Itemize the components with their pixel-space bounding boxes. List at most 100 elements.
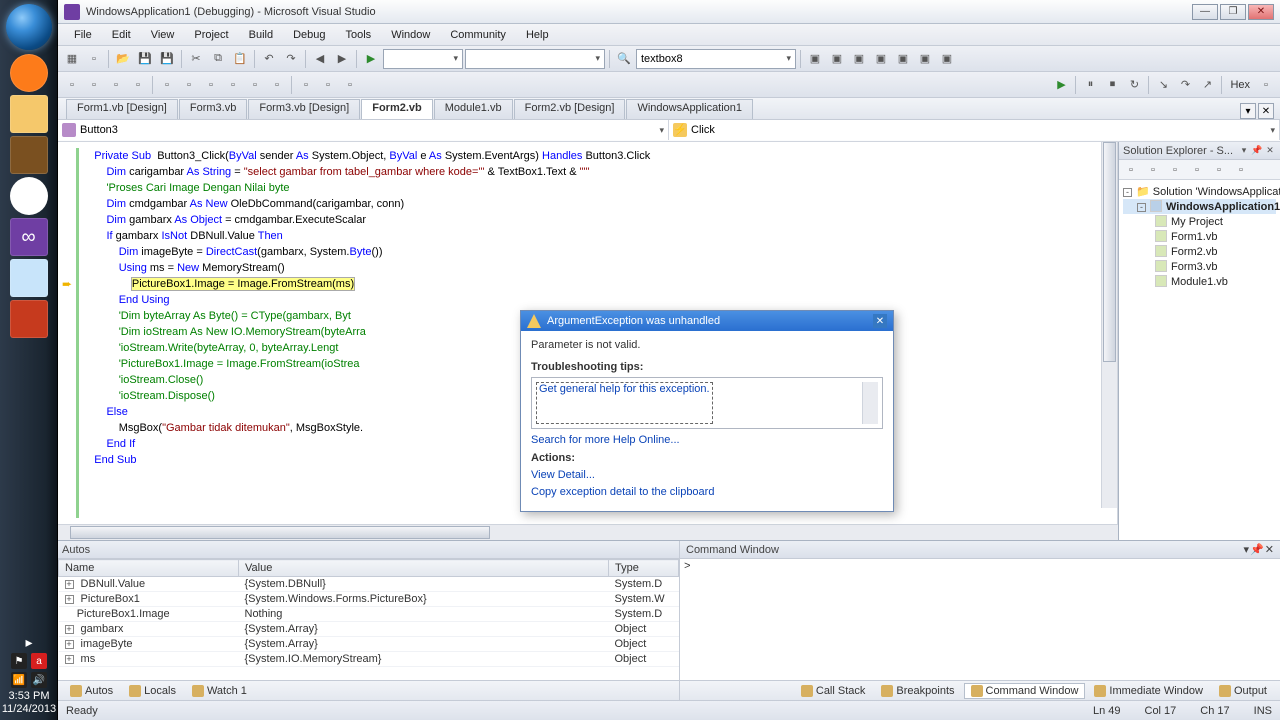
menu-edit[interactable]: Edit [102, 25, 141, 45]
table-row[interactable]: + DBNull.Value{System.DBNull}System.D [59, 577, 679, 592]
menu-help[interactable]: Help [516, 25, 559, 45]
step-into-button[interactable]: ↘ [1153, 75, 1173, 95]
pane-dropdown-icon[interactable]: ▾ [1244, 543, 1250, 556]
copy-exception-link[interactable]: Copy exception detail to the clipboard [531, 486, 883, 498]
tb-btn[interactable]: ▫ [223, 75, 243, 95]
paste-button[interactable]: 📋 [230, 49, 250, 69]
bottom-tab[interactable]: Call Stack [794, 683, 873, 699]
undo-button[interactable]: ↶ [259, 49, 279, 69]
start-debug-button[interactable]: ▶ [361, 49, 381, 69]
tray-volume-icon[interactable]: 🔊 [31, 672, 47, 688]
doc-tab[interactable]: Form2.vb [361, 99, 433, 119]
taskbar-winamp-icon[interactable] [10, 136, 48, 174]
restart-button[interactable]: ↻ [1124, 75, 1144, 95]
exception-titlebar[interactable]: ArgumentException was unhandled ✕ [521, 311, 893, 331]
class-combo[interactable]: Button3▾ [58, 120, 669, 140]
autos-tab[interactable]: Autos [64, 684, 119, 698]
menu-tools[interactable]: Tools [336, 25, 382, 45]
doc-tab[interactable]: WindowsApplication1 [626, 99, 753, 119]
se-btn[interactable]: ▫ [1187, 160, 1207, 180]
menu-build[interactable]: Build [239, 25, 283, 45]
view-detail-link[interactable]: View Detail... [531, 469, 883, 481]
taskbar-chrome-icon[interactable]: ◉ [10, 177, 48, 215]
table-row[interactable]: + gambarx{System.Array}Object [59, 622, 679, 637]
tb-btn[interactable]: ▫ [157, 75, 177, 95]
menu-file[interactable]: File [64, 25, 102, 45]
redo-button[interactable]: ↷ [281, 49, 301, 69]
tb-btn[interactable]: ▫ [179, 75, 199, 95]
new-file-button[interactable]: ▫ [84, 49, 104, 69]
menu-debug[interactable]: Debug [283, 25, 335, 45]
cut-button[interactable]: ✂ [186, 49, 206, 69]
hex-toggle[interactable]: Hex [1226, 79, 1254, 91]
platform-combo[interactable]: ▾ [465, 49, 605, 69]
se-btn[interactable]: ▫ [1209, 160, 1229, 180]
doc-tab[interactable]: Form3.vb [Design] [248, 99, 360, 119]
tb-btn[interactable]: ▣ [827, 49, 847, 69]
tray-network-icon[interactable]: 📶 [11, 672, 27, 688]
maximize-button[interactable]: ❐ [1220, 4, 1246, 20]
menu-community[interactable]: Community [440, 25, 516, 45]
doc-tab[interactable]: Form2.vb [Design] [514, 99, 626, 119]
tb-btn[interactable]: ▣ [893, 49, 913, 69]
doc-tab[interactable]: Form3.vb [179, 99, 247, 119]
bottom-tab[interactable]: Breakpoints [874, 683, 961, 699]
continue-button[interactable]: ▶ [1051, 75, 1071, 95]
autos-tab[interactable]: Watch 1 [186, 684, 253, 698]
tb-btn[interactable]: ▫ [128, 75, 148, 95]
help-link[interactable]: Get general help for this exception. [536, 382, 713, 424]
menu-view[interactable]: View [141, 25, 185, 45]
tb-btn[interactable]: ▫ [245, 75, 265, 95]
tb-btn[interactable]: ▫ [201, 75, 221, 95]
se-btn[interactable]: ▫ [1143, 160, 1163, 180]
open-button[interactable]: 📂 [113, 49, 133, 69]
tray-date[interactable]: 11/24/2013 [0, 703, 58, 715]
tb-btn[interactable]: ▫ [84, 75, 104, 95]
nav-back-button[interactable]: ◀ [310, 49, 330, 69]
config-combo[interactable]: ▾ [383, 49, 463, 69]
tb-btn[interactable]: ▣ [805, 49, 825, 69]
tb-btn[interactable]: ▣ [915, 49, 935, 69]
tray-antivirus-icon[interactable]: a [31, 653, 47, 669]
method-combo[interactable]: ⚡Click▾ [669, 120, 1280, 140]
solution-tree[interactable]: -📁 Solution 'WindowsApplicat-WindowsAppl… [1119, 180, 1280, 540]
nav-fwd-button[interactable]: ▶ [332, 49, 352, 69]
tb-btn[interactable]: ▫ [340, 75, 360, 95]
tb-btn[interactable]: ▣ [849, 49, 869, 69]
pause-button[interactable]: ⏸ [1080, 75, 1100, 95]
table-row[interactable]: PictureBox1.ImageNothingSystem.D [59, 607, 679, 622]
pane-dropdown-icon[interactable]: ▾ [1238, 145, 1250, 157]
start-orb[interactable] [6, 4, 52, 50]
step-over-button[interactable]: ↷ [1175, 75, 1195, 95]
tb-btn[interactable]: ▫ [1256, 75, 1276, 95]
table-row[interactable]: + ms{System.IO.MemoryStream}Object [59, 652, 679, 667]
tray-time[interactable]: 3:53 PM [0, 690, 58, 702]
pane-pin-icon[interactable]: 📌 [1250, 543, 1264, 556]
taskbar-paint-icon[interactable] [10, 259, 48, 297]
taskbar-app-icon[interactable] [10, 300, 48, 338]
minimize-button[interactable]: — [1192, 4, 1218, 20]
tb-btn[interactable]: ▫ [296, 75, 316, 95]
bottom-tab[interactable]: Command Window [964, 683, 1086, 699]
find-icon[interactable]: 🔍 [614, 49, 634, 69]
tray-icon[interactable]: ⚑ [11, 653, 27, 669]
exception-close-button[interactable]: ✕ [873, 314, 887, 328]
table-row[interactable]: + imageByte{System.Array}Object [59, 637, 679, 652]
pane-close-icon[interactable]: ✕ [1264, 145, 1276, 157]
search-online-link[interactable]: Search for more Help Online... [531, 434, 883, 446]
taskbar-explorer-icon[interactable] [10, 95, 48, 133]
tb-btn[interactable]: ▫ [106, 75, 126, 95]
bottom-tab[interactable]: Immediate Window [1087, 683, 1210, 699]
save-button[interactable]: 💾 [135, 49, 155, 69]
tb-btn[interactable]: ▣ [937, 49, 957, 69]
save-all-button[interactable]: 💾 [157, 49, 177, 69]
step-out-button[interactable]: ↗ [1197, 75, 1217, 95]
new-project-button[interactable]: ▦ [62, 49, 82, 69]
se-btn[interactable]: ▫ [1165, 160, 1185, 180]
tb-btn[interactable]: ▫ [62, 75, 82, 95]
tabs-close-button[interactable]: ✕ [1258, 103, 1274, 119]
close-button[interactable]: ✕ [1248, 4, 1274, 20]
code-vscrollbar[interactable] [1101, 142, 1117, 508]
code-hscrollbar[interactable] [58, 524, 1118, 540]
se-btn[interactable]: ▫ [1231, 160, 1251, 180]
